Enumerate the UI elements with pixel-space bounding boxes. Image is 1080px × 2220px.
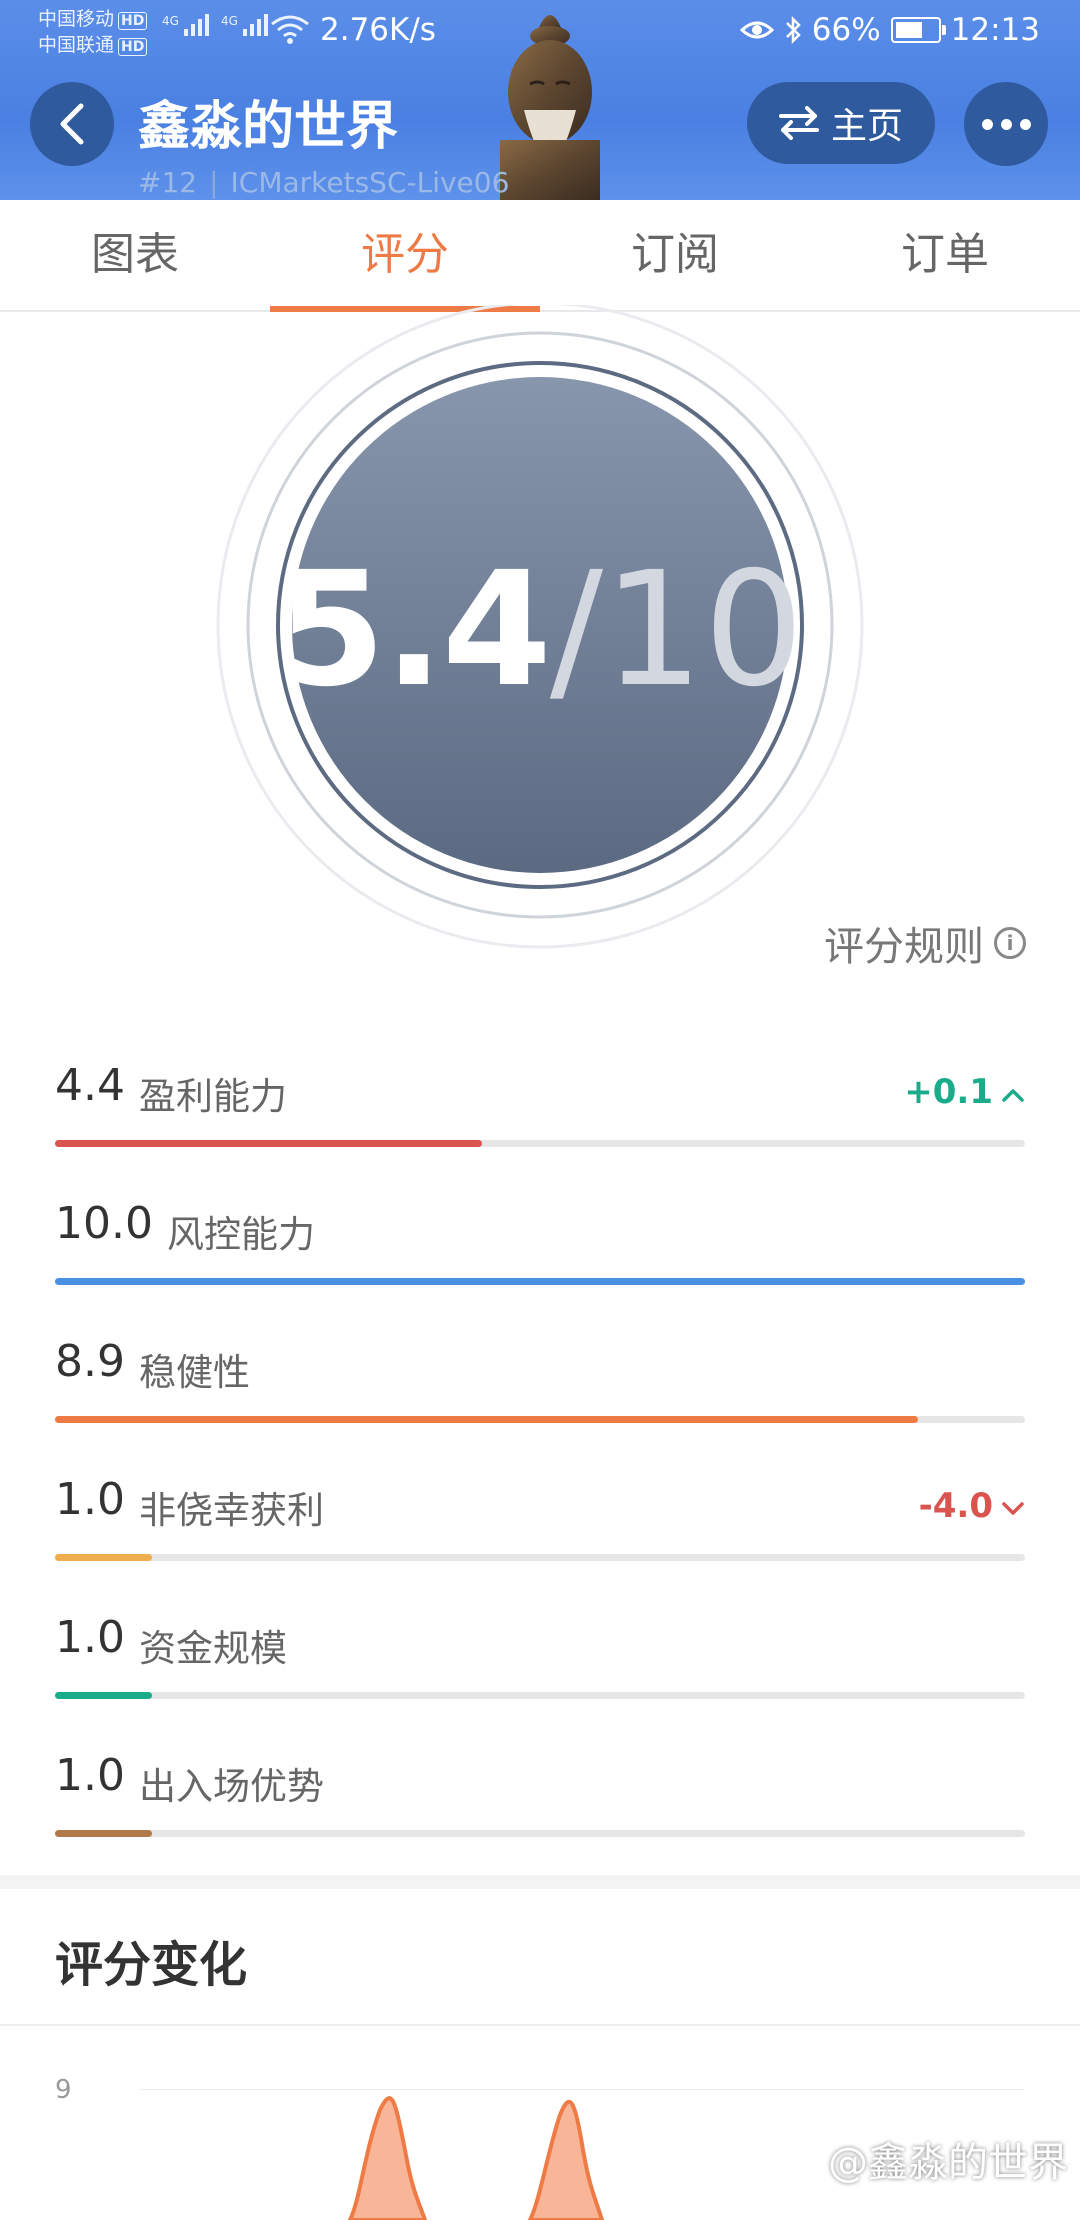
metric-row: 1.0 出入场优势 [55, 1750, 1025, 1850]
chevron-left-icon [60, 103, 84, 145]
swap-icon [778, 106, 819, 140]
clock: 12:13 [950, 12, 1040, 48]
bluetooth-icon [785, 15, 801, 45]
metric-row: 8.9 稳健性 [55, 1336, 1025, 1436]
metric-value: 1.0 [55, 1612, 125, 1663]
page-title: 鑫淼的世界 [138, 97, 399, 157]
metric-value: 1.0 [55, 1750, 125, 1801]
score-rules-label: 评分规则 [824, 924, 984, 970]
metric-bar-track [55, 1416, 1025, 1423]
metric-value: 10.0 [55, 1198, 153, 1249]
score-gauge: 5.4/10 [210, 301, 870, 955]
status-right: 66% 12:13 [739, 12, 1040, 48]
metric-bar-fill [55, 1830, 152, 1837]
account-info: #12 | ICMarketsSC-Live06 [138, 166, 510, 199]
metric-bar-fill [55, 1140, 482, 1147]
metric-label: 风控能力 [167, 1213, 315, 1256]
tab-orders[interactable]: 订单 [810, 200, 1080, 310]
score-number: 5.4 [275, 538, 552, 722]
metric-value: 4.4 [55, 1060, 125, 1111]
metric-bar-fill [55, 1278, 1025, 1285]
tab-bar: 图表 评分 订阅 订单 [0, 200, 1080, 312]
metric-label: 非侥幸获利 [139, 1489, 324, 1532]
home-button[interactable]: 主页 [747, 82, 935, 164]
chart-area [527, 2100, 605, 2220]
chevron-up-icon [1001, 1072, 1025, 1112]
tab-score[interactable]: 评分 [270, 200, 540, 312]
metric-row: 1.0 非侥幸获利 -4.0 [55, 1474, 1025, 1574]
metric-change-value: -4.0 [918, 1486, 993, 1526]
battery-icon [890, 17, 946, 43]
info-icon: i [994, 927, 1026, 959]
section-divider [0, 1875, 1080, 1889]
home-button-label: 主页 [830, 106, 903, 147]
metric-bar-fill [55, 1692, 152, 1699]
chart-area [347, 2096, 428, 2220]
battery-percent: 66% [811, 12, 881, 48]
score-max: /10 [549, 538, 805, 722]
signal-icon: 4G 4G [162, 14, 268, 36]
metric-bar-track [55, 1692, 1025, 1699]
watermark: @鑫淼的世界 [786, 2130, 1068, 2188]
more-options-button[interactable] [964, 82, 1048, 166]
score-history-title: 评分变化 [55, 1937, 248, 1993]
back-button[interactable] [30, 82, 114, 166]
metric-row: 1.0 资金规模 [55, 1612, 1025, 1712]
hd-badge: HD [118, 12, 148, 30]
metric-label: 出入场优势 [139, 1765, 324, 1808]
app-header: 中国移动HD 中国联通HD 4G 4G 2.76K/s 66% 12:13 [0, 0, 1080, 200]
metric-bar-track [55, 1140, 1025, 1147]
metric-label: 资金规模 [139, 1627, 287, 1670]
metric-bar-track [55, 1554, 1025, 1561]
metric-bar-fill [55, 1416, 919, 1423]
server-label: ICMarketsSC-Live06 [230, 166, 510, 199]
network-speed: 2.76K/s [320, 12, 436, 48]
eye-icon [739, 21, 774, 39]
carrier-2: 中国联通 [38, 34, 115, 56]
metric-value: 1.0 [55, 1474, 125, 1525]
carrier-info: 中国移动 HD 中国联通 HD [38, 6, 148, 58]
hd-badge: HD [118, 38, 148, 56]
metric-change-value: +0.1 [904, 1072, 993, 1112]
metric-bar-track [55, 1830, 1025, 1837]
tab-subscribe[interactable]: 订阅 [540, 200, 810, 310]
metric-change: -4.0 [919, 1486, 1025, 1526]
carrier-1: 中国移动 [38, 8, 115, 30]
watermark-text: @鑫淼的世界 [828, 2140, 1068, 2186]
metric-value: 8.9 [55, 1336, 125, 1387]
rank-label: #12 [138, 166, 198, 199]
score-rules-link[interactable]: 评分规则 i [824, 914, 1026, 972]
metric-row: 4.4 盈利能力 +0.1 [55, 1060, 1025, 1160]
metric-bar-track [55, 1278, 1025, 1285]
section-underline [0, 2024, 1080, 2026]
metric-label: 盈利能力 [139, 1075, 287, 1118]
metric-row: 10.0 风控能力 [55, 1198, 1025, 1298]
metric-bar-fill [55, 1554, 152, 1561]
wifi-icon [271, 15, 309, 44]
weibo-logo-icon [788, 2143, 820, 2175]
metric-change: +0.1 [904, 1072, 1025, 1112]
tab-chart[interactable]: 图表 [0, 200, 270, 310]
metric-label: 稳健性 [139, 1351, 250, 1394]
chevron-down-icon [1001, 1486, 1025, 1526]
score-value: 5.4/10 [210, 305, 870, 955]
